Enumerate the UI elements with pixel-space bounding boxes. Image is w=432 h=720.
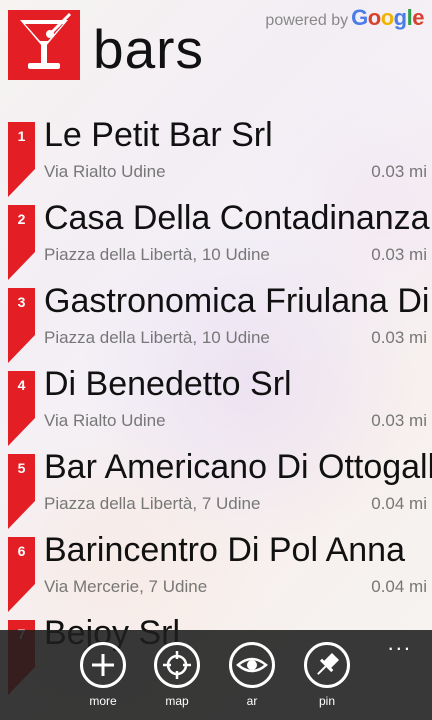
rank-number: 3: [17, 294, 26, 310]
list-item[interactable]: 5 Bar Americano Di Ottogalli Piazza dell…: [0, 447, 432, 529]
rank-badge: 2: [8, 205, 35, 280]
page-title: bars: [93, 18, 204, 80]
rank-number: 4: [17, 377, 26, 393]
bar-name: Le Petit Bar Srl: [44, 116, 273, 154]
bar-distance: 0.03 mi: [371, 328, 427, 347]
bar-distance: 0.04 mi: [371, 494, 427, 513]
list-item[interactable]: 2 Casa Della Contadinanza Piazza della L…: [0, 198, 432, 280]
rank-badge: 3: [8, 288, 35, 363]
bar-address: Piazza della Libertà, 10 Udine: [44, 328, 270, 347]
bar-distance: 0.03 mi: [371, 245, 427, 264]
more-options-ellipsis-icon[interactable]: ...: [388, 632, 412, 654]
rank-number: 5: [17, 460, 26, 476]
bar-address: Piazza della Libertà, 7 Udine: [44, 494, 261, 513]
header: bars powered by Google: [0, 0, 432, 100]
bar-name: Bar Americano Di Ottogalli: [44, 448, 432, 486]
pin-icon: [304, 642, 350, 688]
eye-icon: [229, 642, 275, 688]
powered-by-google: powered by Google: [265, 5, 424, 31]
add-icon: [80, 642, 126, 688]
rank-number: 2: [17, 211, 26, 227]
rank-badge: 6: [8, 537, 35, 612]
rank-number: 1: [17, 128, 26, 144]
bar-address: Via Mercerie, 7 Udine: [44, 577, 208, 596]
google-logo: Google: [351, 5, 424, 30]
bar-name: Casa Della Contadinanza: [44, 199, 430, 237]
rank-badge: 5: [8, 454, 35, 529]
powered-by-label: powered by: [265, 12, 349, 29]
map-button[interactable]: map: [147, 642, 207, 718]
crosshair-icon: [154, 642, 200, 688]
list-item[interactable]: 1 Le Petit Bar Srl Via Rialto Udine 0.03…: [0, 115, 432, 197]
ar-button-label: ar: [246, 694, 258, 708]
cocktail-logo-icon: [8, 10, 80, 80]
list-item[interactable]: 6 Barincentro Di Pol Anna Via Mercerie, …: [0, 530, 432, 612]
more-button-label: more: [89, 694, 117, 708]
bar-address: Via Rialto Udine: [44, 162, 166, 181]
bar-name: Di Benedetto Srl: [44, 365, 292, 403]
bar-address: Via Rialto Udine: [44, 411, 166, 430]
more-button[interactable]: more: [73, 642, 133, 718]
pin-button[interactable]: pin: [297, 642, 357, 718]
list-item[interactable]: 3 Gastronomica Friulana Di Piazza della …: [0, 281, 432, 363]
list-item[interactable]: 4 Di Benedetto Srl Via Rialto Udine 0.03…: [0, 364, 432, 446]
pin-button-label: pin: [318, 694, 335, 708]
map-button-label: map: [165, 694, 189, 708]
bar-distance: 0.03 mi: [371, 411, 427, 430]
rank-badge: 1: [8, 122, 35, 197]
bar-distance: 0.03 mi: [371, 162, 427, 181]
bar-name: Barincentro Di Pol Anna: [44, 531, 405, 569]
rank-number: 6: [17, 543, 26, 559]
bar-name: Gastronomica Friulana Di: [44, 282, 430, 320]
bar-distance: 0.04 mi: [371, 577, 427, 596]
application-bar: ... more map ar pin: [0, 630, 432, 720]
bar-address: Piazza della Libertà, 10 Udine: [44, 245, 270, 264]
ar-button[interactable]: ar: [222, 642, 282, 718]
rank-badge: 4: [8, 371, 35, 446]
